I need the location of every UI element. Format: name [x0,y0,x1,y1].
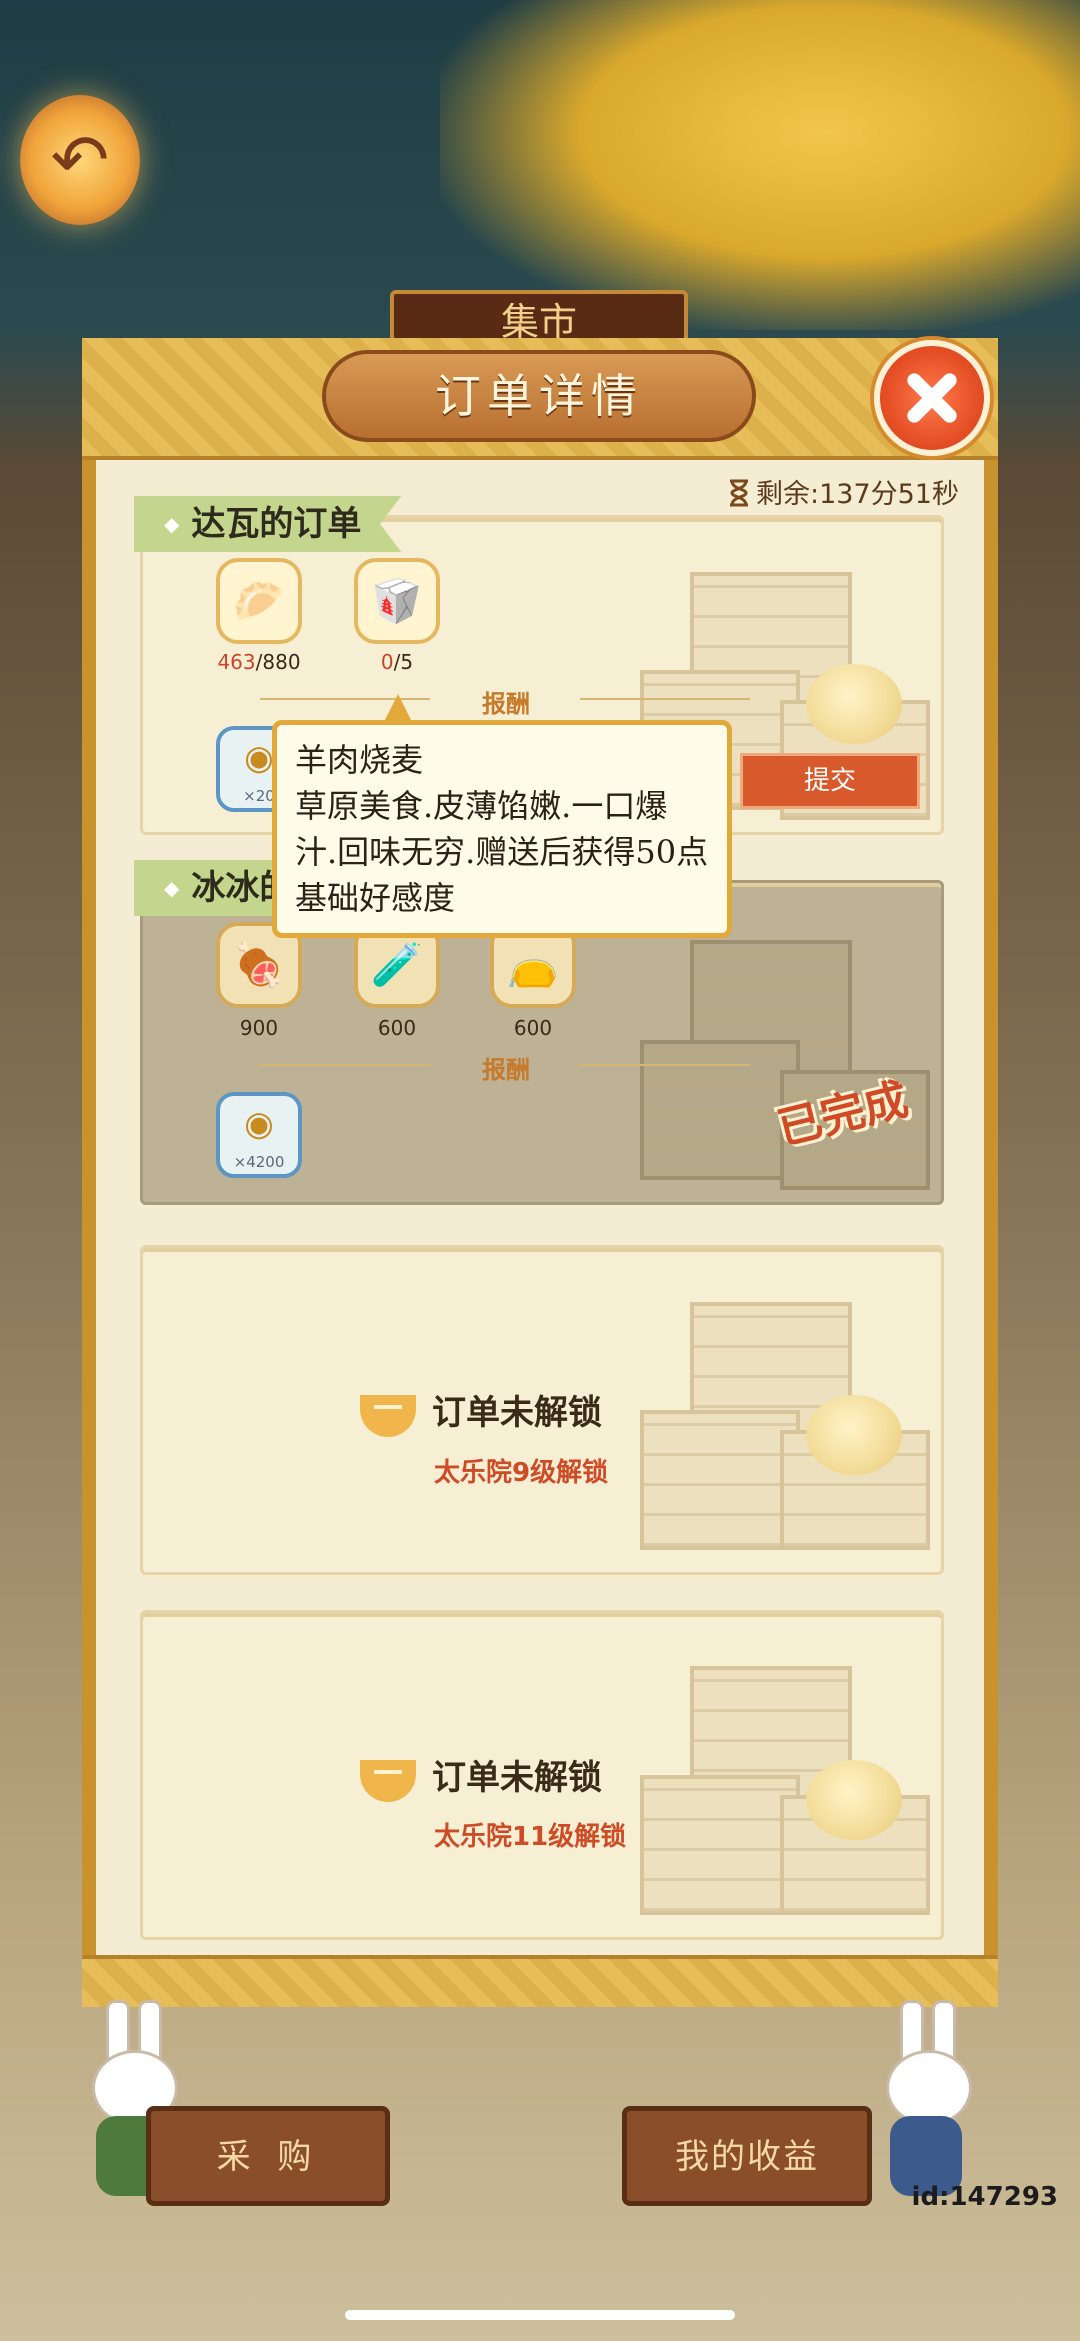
item-progress: 463/880 [217,650,301,674]
crate-decoration [640,1775,800,1915]
unlock-requirement: 太乐院9级解锁 [434,1458,609,1488]
buy-button[interactable]: 采 购 [146,2106,390,2206]
order-owner-tag: 达瓦的订单 [134,496,402,552]
submit-button[interactable]: 提交 [740,753,920,809]
crate-decoration [640,1410,800,1550]
user-id: id:147293 [911,2182,1058,2212]
bunny-merchant-right [866,2000,986,2200]
coin-icon: ◉ [244,1104,274,1144]
bun-icon[interactable]: 🥟 [216,558,302,644]
ginkgo-tree [440,0,1080,330]
reward-divider: 报酬 [200,1050,820,1084]
item-count: 900 [239,1016,279,1040]
locked-title: 订单未解锁 [432,1758,602,1798]
tooltip-title: 羊肉烧麦 [295,741,424,779]
tooltip-description: 草原美食.皮薄馅嫩.一口爆汁.回味无穷.赠送后获得50点基础好感度 [295,787,709,917]
pumpkin-decoration [806,1395,902,1475]
steamer-dumpling-icon[interactable]: 🥡 [354,558,440,644]
item-count: 600 [513,1016,553,1040]
timer-text: 剩余:137分51秒 [756,479,959,510]
coin-icon: ◉ [244,738,274,778]
locked-title: 订单未解锁 [432,1393,602,1433]
coin-reward[interactable]: ◉ ×4200 [216,1092,302,1178]
modal-footer-band [82,1955,998,2007]
tooltip-arrow [384,694,412,722]
item-tooltip: 羊肉烧麦 草原美食.皮薄馅嫩.一口爆汁.回味无穷.赠送后获得50点基础好感度 [272,720,732,938]
item-progress: 0/5 [380,650,414,674]
pumpkin-decoration [806,1760,902,1840]
close-button[interactable] [874,340,990,456]
home-indicator[interactable] [345,2310,735,2320]
order-timer: 剩余:137分51秒 [728,472,959,512]
reward-divider: 报酬 [200,684,820,718]
back-lantern-button[interactable]: ↶ [20,95,140,225]
my-earnings-button[interactable]: 我的收益 [622,2106,872,2206]
hourglass-icon [730,479,748,507]
unlock-requirement: 太乐院11级解锁 [434,1822,627,1852]
modal-title: 订单详情 [322,350,756,442]
item-count: 600 [377,1016,417,1040]
pumpkin-decoration [806,664,902,744]
back-arrow-icon: ↶ [50,119,110,201]
